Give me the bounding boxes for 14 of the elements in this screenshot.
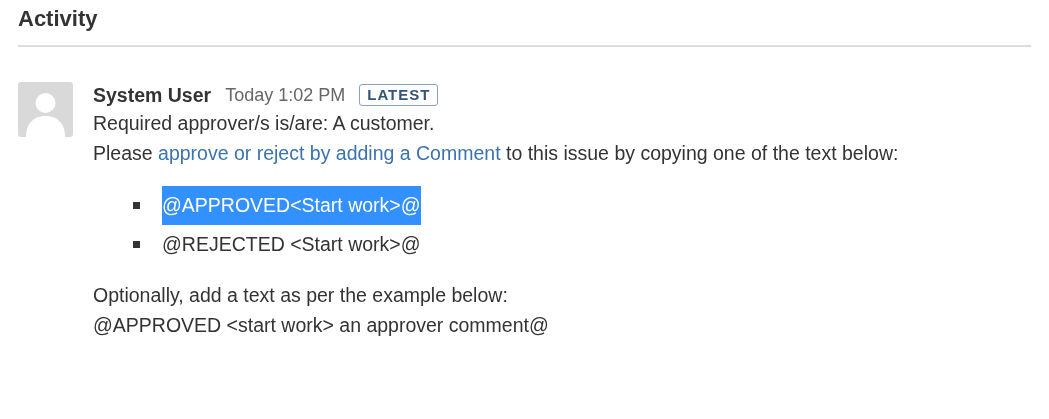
comment-link[interactable]: approve or reject by adding a Comment bbox=[158, 142, 501, 164]
comment-time: Today 1:02 PM bbox=[225, 84, 346, 107]
optional-note: Optionally, add a text as per the example below: bbox=[93, 283, 509, 308]
author-name[interactable]: System User bbox=[93, 82, 212, 108]
bullet-icon bbox=[133, 202, 140, 209]
bullet-icon bbox=[133, 241, 140, 248]
section-heading: Activity bbox=[18, 4, 1031, 47]
example-text: @APPROVED <start work> an approver comment@ bbox=[93, 313, 550, 338]
instruction-text: Please approve or reject by adding a Comment to this issue by copying one of the text below: bbox=[93, 141, 899, 166]
option-text: @APPROVED<Start work>@ bbox=[162, 186, 421, 225]
approver-text: Required approver/s is/are: A customer. bbox=[93, 111, 436, 136]
latest-badge: LATEST bbox=[359, 84, 439, 106]
avatar-icon bbox=[18, 82, 73, 137]
option-text: @REJECTED <Start work>@ bbox=[162, 232, 421, 257]
